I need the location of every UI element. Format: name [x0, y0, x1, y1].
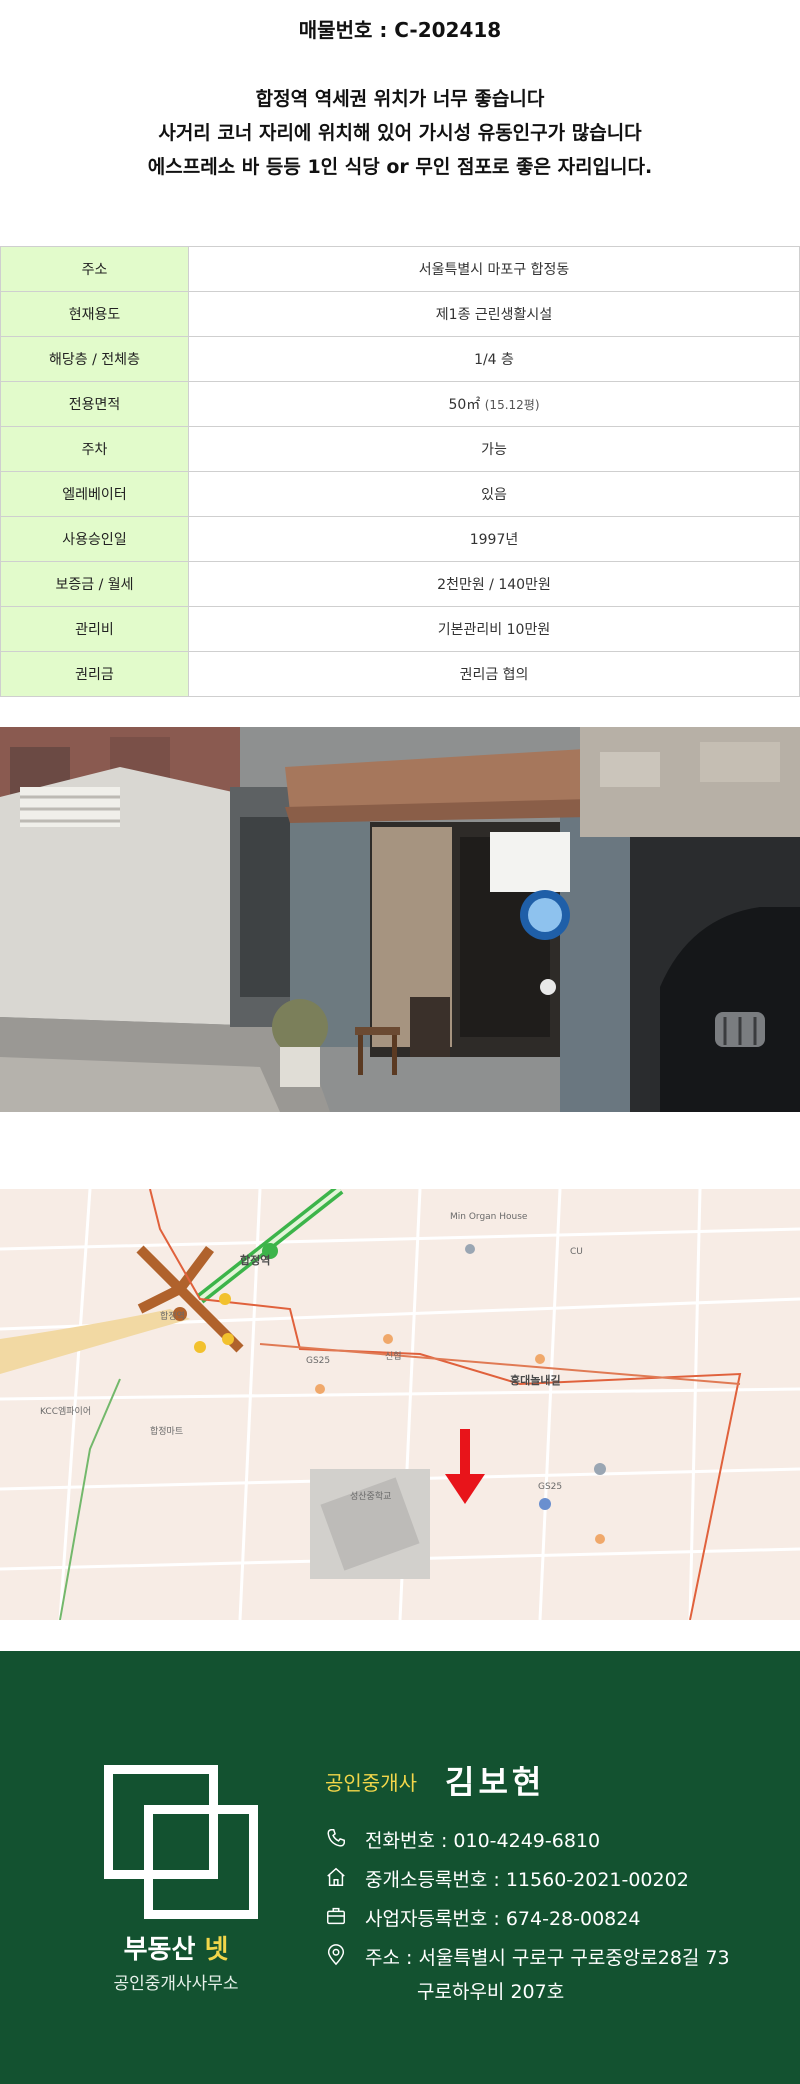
table-row: 주소 서울특별시 마포구 합정동: [0, 246, 800, 292]
business-registration: 사업자등록번호 : 674-28-00824: [365, 1908, 641, 1930]
broker-registration: 중개소등록번호 : 11560-2021-00202: [365, 1869, 689, 1891]
table-row: 권리금 권리금 협의: [0, 651, 800, 697]
agency-brand: 부동산 넷: [86, 1929, 266, 1966]
brand-main: 부동산: [123, 1935, 196, 1965]
row-value: 권리금 협의: [188, 651, 800, 697]
row-label: 보증금 / 월세: [0, 561, 189, 607]
map-label-school: 성산중학교: [350, 1491, 391, 1502]
map-label-mart: 합정마트: [150, 1426, 183, 1437]
area-pyeong: (15.12평): [484, 398, 540, 412]
table-row: 해당층 / 전체층 1/4 층: [0, 336, 800, 382]
row-value: 가능: [188, 426, 800, 472]
map-label-gs25-a: GS25: [306, 1356, 330, 1366]
table-row: 보증금 / 월세 2천만원 / 140만원: [0, 561, 800, 607]
table-row: 현재용도 제1종 근린생활시설: [0, 291, 800, 337]
table-row: 주차 가능: [0, 426, 800, 472]
row-label: 관리비: [0, 606, 189, 652]
table-row: 사용승인일 1997년: [0, 516, 800, 562]
row-label: 주차: [0, 426, 189, 472]
map-label-road: 홍대놀내길: [510, 1373, 561, 1387]
listing-number: 매물번호 : C-202418: [298, 18, 502, 42]
map-label-gs25-b: GS25: [538, 1482, 562, 1492]
brand-accent: 넷: [204, 1935, 229, 1965]
area-value: 50㎡: [448, 397, 481, 413]
row-value: 있음: [188, 471, 800, 517]
row-label: 해당층 / 전체층: [0, 336, 189, 382]
row-value: 서울특별시 마포구 합정동: [188, 246, 800, 292]
map-label-kcc: KCC엠파이어: [40, 1405, 91, 1417]
agent-name: 김보현: [445, 1763, 546, 1801]
row-label: 사용승인일: [0, 516, 189, 562]
home-icon: [327, 1867, 345, 1886]
storefront-photo: [0, 727, 800, 1112]
row-label: 주소: [0, 246, 189, 292]
row-value: 기본관리비 10만원: [188, 606, 800, 652]
row-value: 제1종 근린생활시설: [188, 291, 800, 337]
table-row: 관리비 기본관리비 10만원: [0, 606, 800, 652]
location-pin-icon: [327, 1944, 345, 1966]
briefcase-icon: [327, 1907, 345, 1925]
agency-logo: [100, 1761, 258, 1919]
description-line: 에스프레소 바 등등 1인 식당 or 무인 점포로 좋은 자리입니다.: [147, 156, 653, 178]
table-row: 전용면적 50㎡ (15.12평): [0, 381, 800, 427]
map-label-cu: CU: [570, 1247, 583, 1257]
row-value: 1/4 층: [188, 336, 800, 382]
agency-footer: 부동산 넷 공인중개사사무소 공인중개사 김보현 전화번호 : 010-4249…: [0, 1651, 800, 2084]
address-line-1: 주소 : 서울특별시 구로구 구로중앙로28길 73: [365, 1947, 730, 1969]
description-line: 합정역 역세권 위치가 너무 좋습니다: [255, 88, 545, 110]
row-label: 현재용도: [0, 291, 189, 337]
agent-role: 공인중개사: [325, 1771, 417, 1795]
listing-description: 합정역 역세권 위치가 너무 좋습니다 사거리 코너 자리에 위치해 있어 가시…: [0, 82, 800, 184]
map-label-station: 합정역: [240, 1253, 270, 1267]
property-info-table: 주소 서울특별시 마포구 합정동 현재용도 제1종 근린생활시설 해당층 / 전체층…: [0, 246, 800, 697]
logo-square-icon: [144, 1805, 258, 1919]
phone-number: 전화번호 : 010-4249-6810: [365, 1830, 601, 1852]
brand-subtitle: 공인중개사사무소: [113, 1974, 239, 1994]
phone-icon: [327, 1829, 345, 1847]
row-label: 엘레베이터: [0, 471, 189, 517]
row-label: 전용면적: [0, 381, 189, 427]
table-row: 엘레베이터 있음: [0, 471, 800, 517]
description-line: 사거리 코너 자리에 위치해 있어 가시성 유동인구가 많습니다: [158, 122, 642, 144]
location-map: 합정역 합정역 홍대놀내길 성산중학교 합정마트 GS25 GS25 CU Mi…: [0, 1189, 800, 1620]
row-value: 2천만원 / 140만원: [188, 561, 800, 607]
map-label-station-2: 합정역: [160, 1311, 185, 1322]
address-line-2: 구로하우비 207호: [417, 1981, 565, 2003]
map-label-minorgan: Min Organ House: [450, 1212, 528, 1222]
row-value: 1997년: [188, 516, 800, 562]
row-value: 50㎡ (15.12평): [188, 381, 800, 427]
row-label: 권리금: [0, 651, 189, 697]
map-label-sinhan: 신협: [385, 1350, 402, 1362]
